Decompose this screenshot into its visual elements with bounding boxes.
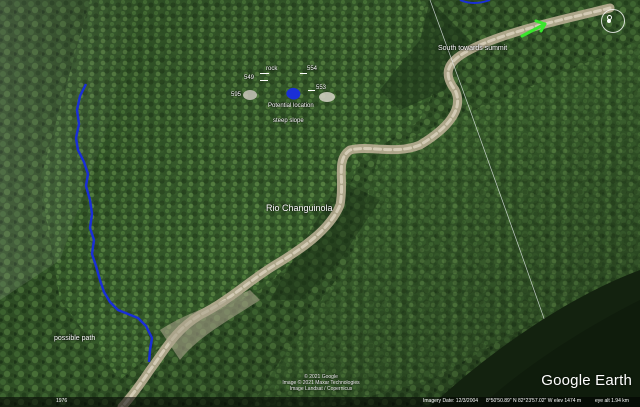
label-595: 595	[231, 92, 242, 98]
label-steep-slope: steep slope	[273, 118, 304, 124]
label-549: 549	[244, 75, 255, 81]
label-south-towards-summit: South towards summit	[438, 45, 508, 52]
compass-icon[interactable]	[601, 9, 625, 33]
tour-badge[interactable]: 1976	[56, 398, 67, 404]
status-bar: 1976 Imagery Date: 12/3/2004 8°50'50.89"…	[0, 397, 640, 407]
imagery-date: Imagery Date: 12/3/2004	[423, 398, 479, 404]
label-554: 554	[307, 66, 318, 72]
rock-outcrop-right	[319, 92, 335, 102]
label-possible-path: possible path	[54, 335, 96, 342]
label-rock: rock	[266, 66, 278, 72]
coordinates-readout: 8°50'50.89" N 82°23'57.02" W elev 1474 m	[486, 398, 582, 404]
label-553: 553	[316, 85, 327, 91]
eye-altitude: eye alt 1.94 km	[595, 398, 629, 404]
label-river: Rio Changuinola	[266, 203, 333, 213]
label-potential-location: Potential location	[268, 103, 314, 109]
attribution-line-3: Image Landsat / Copernicus	[289, 386, 353, 392]
google-earth-logo: Google Earth	[541, 372, 632, 389]
rock-outcrop-left	[243, 90, 257, 100]
